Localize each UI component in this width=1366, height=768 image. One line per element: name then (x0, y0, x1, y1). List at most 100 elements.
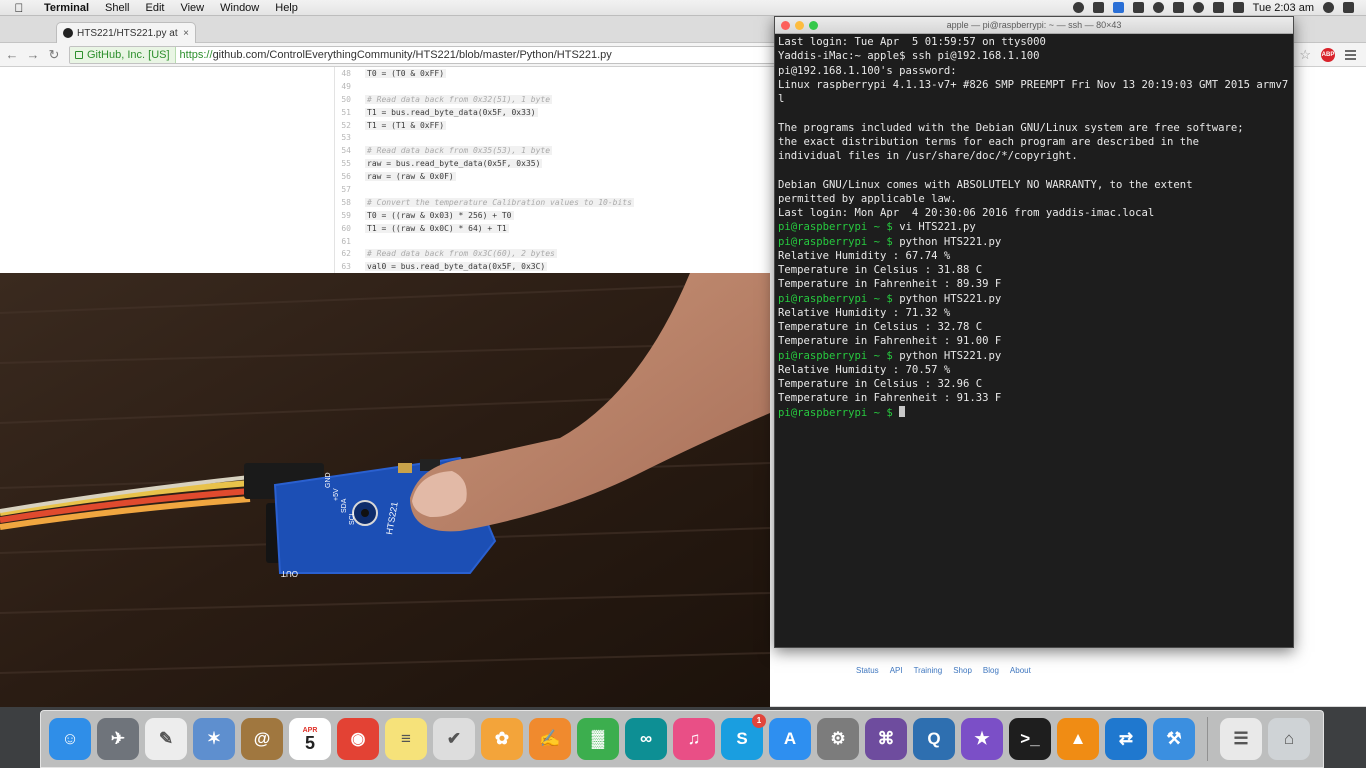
notes-icon[interactable]: ≡ (385, 718, 427, 760)
terminal-window[interactable]: apple — pi@raspberrypi: ~ — ssh — 80×43 … (774, 16, 1294, 648)
shell-prompt: pi@raspberrypi ~ $ (778, 221, 900, 234)
launchpad-icon[interactable]: ✈ (97, 718, 139, 760)
menubar-clock[interactable]: Tue 2:03 am (1253, 2, 1314, 14)
app-status-icon[interactable] (1112, 2, 1124, 13)
time-machine-icon[interactable] (1152, 2, 1164, 13)
skype-icon[interactable]: S1 (721, 714, 766, 760)
menu-view[interactable]: View (172, 0, 212, 16)
pin-label-sda: SDA (341, 498, 348, 513)
back-arrow-icon[interactable]: ← (3, 46, 21, 64)
tab-close-icon[interactable]: × (183, 28, 189, 39)
apple-icon[interactable]:  (12, 1, 26, 15)
line-number[interactable]: 60 (335, 224, 365, 233)
record-status-icon[interactable] (1072, 2, 1084, 13)
line-number[interactable]: 54 (335, 146, 365, 155)
dock-glyph: ♫ (687, 729, 701, 748)
footer-link-api[interactable]: API (890, 666, 903, 675)
vlc-icon[interactable]: ▲ (1057, 718, 1099, 760)
bookmark-star-icon[interactable]: ☆ (1299, 47, 1311, 63)
menu-shell[interactable]: Shell (97, 0, 137, 16)
contacts-icon[interactable]: @ (241, 718, 283, 760)
line-number[interactable]: 48 (335, 69, 365, 78)
shell-prompt: pi@raspberrypi ~ $ (778, 235, 900, 248)
adblock-plus-icon[interactable]: ABP (1321, 47, 1335, 62)
chrome-icon[interactable]: ◉ (337, 718, 379, 760)
terminal-titlebar[interactable]: apple — pi@raspberrypi: ~ — ssh — 80×43 (775, 17, 1293, 34)
code-line: 52 T1 = (T1 & 0xFF) (335, 119, 770, 132)
pages-icon[interactable]: ✍ (529, 718, 571, 760)
reload-icon[interactable]: ↻ (45, 46, 63, 64)
bluetooth-icon[interactable] (1172, 2, 1184, 13)
code-line: 58 # Convert the temperature Calibration … (335, 196, 770, 209)
ev-certificate-badge[interactable]: GitHub, Inc. [US] (70, 46, 176, 63)
spotlight-icon[interactable] (1323, 2, 1334, 13)
pin-label-5v: +5V (333, 488, 340, 501)
line-number[interactable]: 50 (335, 95, 365, 104)
tab-github-hts221[interactable]: HTS221/HTS221.py at ma × (56, 22, 196, 43)
teamviewer-icon[interactable]: ⇄ (1105, 718, 1147, 760)
volume-icon[interactable] (1212, 2, 1224, 13)
cloud-status-icon[interactable] (1132, 2, 1144, 13)
imovie-icon[interactable]: ★ (961, 718, 1003, 760)
itunes-icon[interactable]: ♫ (673, 718, 715, 760)
footer-link-status[interactable]: Status (856, 666, 879, 675)
out-label: OUT (281, 569, 298, 578)
calendar-icon[interactable]: APR 5 (289, 718, 331, 760)
line-number[interactable]: 49 (335, 82, 365, 91)
notification-center-icon[interactable] (1343, 2, 1354, 13)
footer-link-about[interactable]: About (1010, 666, 1031, 675)
line-number[interactable]: 62 (335, 249, 365, 258)
terminal-text: The programs included with the Debian GN… (778, 121, 1244, 134)
numbers-icon[interactable]: ▓ (577, 718, 619, 760)
reminders-icon[interactable]: ✔ (433, 718, 475, 760)
line-number[interactable]: 55 (335, 159, 365, 168)
terminal-text: Temperature in Celsius : 31.88 C (778, 264, 983, 276)
github-desktop-icon[interactable]: ⌘ (865, 718, 907, 760)
line-number[interactable]: 58 (335, 198, 365, 207)
terminal-icon[interactable]: >_ (1009, 718, 1051, 760)
quicktime-icon[interactable]: Q (913, 718, 955, 760)
terminal-text: Yaddis-iMac:~ apple$ ssh pi@192.168.1.10… (778, 50, 1040, 63)
dock-glyph: ✿ (494, 729, 510, 748)
line-number[interactable]: 63 (335, 262, 365, 271)
clipboard-status-icon[interactable] (1092, 2, 1104, 13)
browser-menu-icon[interactable] (1345, 49, 1356, 60)
textedit-icon[interactable]: ✎ (145, 718, 187, 760)
xcode-icon[interactable]: ⚒ (1153, 718, 1195, 760)
documents-stack-icon[interactable]: ☰ (1220, 718, 1262, 760)
terminal-text: Temperature in Fahrenheit : 89.39 F (778, 278, 1002, 291)
terminal-output[interactable]: Last login: Tue Apr 5 01:59:57 on ttys00… (775, 34, 1293, 421)
line-number[interactable]: 59 (335, 211, 365, 220)
arduino-icon[interactable]: ∞ (625, 718, 667, 760)
line-number[interactable]: 52 (335, 121, 365, 130)
line-number[interactable]: 53 (335, 133, 365, 142)
menu-help[interactable]: Help (267, 0, 306, 16)
app-store-icon[interactable]: A (769, 718, 811, 760)
tab-title: HTS221/HTS221.py at ma (77, 27, 179, 39)
system-preferences-icon[interactable]: ⚙ (817, 718, 859, 760)
sensor-photo: HTS221 GND +5V SDA SCL OUT (0, 273, 770, 707)
code-line: 56 raw = (raw & 0x0F) (335, 170, 770, 183)
line-number[interactable]: 56 (335, 172, 365, 181)
preview-icon[interactable]: ✶ (193, 718, 235, 760)
footer-link-blog[interactable]: Blog (983, 666, 999, 675)
trash-icon[interactable]: ⌂ (1268, 718, 1310, 760)
forward-arrow-icon[interactable]: → (24, 46, 42, 64)
line-number[interactable]: 57 (335, 185, 365, 194)
dock-glyph: A (783, 729, 797, 748)
footer-link-training[interactable]: Training (914, 666, 943, 675)
footer-link-shop[interactable]: Shop (953, 666, 972, 675)
line-number[interactable]: 51 (335, 108, 365, 117)
photos-icon[interactable]: ✿ (481, 718, 523, 760)
battery-icon[interactable] (1232, 2, 1244, 13)
menu-app-terminal[interactable]: Terminal (36, 0, 97, 16)
finder-icon[interactable]: ☺ (49, 718, 91, 760)
menu-edit[interactable]: Edit (138, 0, 173, 16)
shell-prompt: pi@raspberrypi ~ $ (778, 292, 900, 305)
wifi-icon[interactable] (1192, 2, 1204, 13)
line-number[interactable]: 61 (335, 237, 365, 246)
menu-window[interactable]: Window (212, 0, 267, 16)
code-line: 62 # Read data back from 0x3C(60), 2 byte… (335, 247, 770, 260)
dock-glyph: ☰ (1233, 729, 1249, 748)
terminal-line: l (778, 92, 1290, 106)
